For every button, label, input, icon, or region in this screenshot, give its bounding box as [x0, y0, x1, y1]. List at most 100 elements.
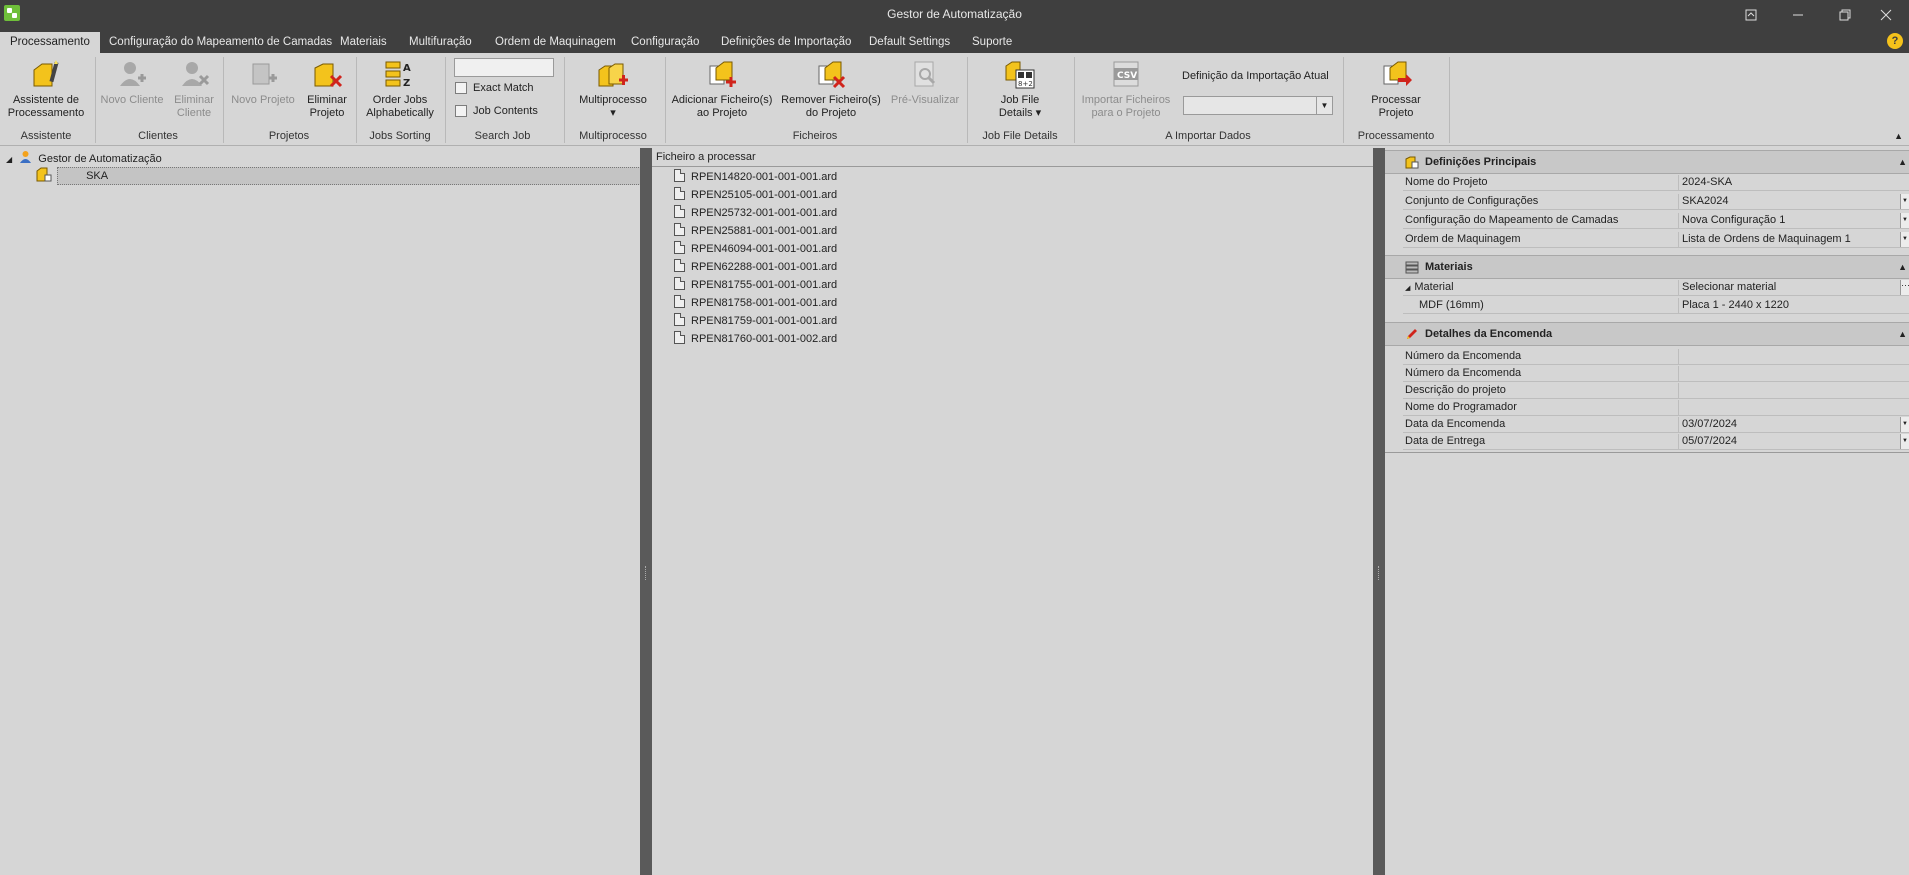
chevron-down-icon[interactable]: ▼ — [1900, 194, 1909, 209]
tab-materiais[interactable]: Materiais — [330, 32, 397, 53]
prop-nome-projeto[interactable]: Nome do Projeto 2024-SKA — [1403, 175, 1909, 191]
expand-caret-icon[interactable]: ◢ — [1405, 285, 1410, 292]
ellipsis-icon[interactable]: ··· — [1900, 280, 1909, 295]
chevron-down-icon[interactable]: ▼ — [1900, 417, 1909, 432]
eliminar-projeto-button[interactable]: Eliminar Projeto — [302, 58, 352, 120]
prop-name: Data da Encomenda — [1403, 417, 1679, 432]
expand-caret-icon[interactable]: ◢ — [6, 155, 12, 164]
job-contents-box[interactable] — [455, 105, 467, 117]
prop-value[interactable] — [1682, 349, 1909, 364]
adicionar-ficheiros-label-1: Adicionar Ficheiro(s) — [671, 94, 773, 106]
list-item[interactable]: RPEN25881-001-001-001.ard — [674, 222, 837, 240]
collapse-caret-icon[interactable]: ▲ — [1898, 151, 1907, 174]
right-splitter[interactable] — [1373, 148, 1385, 875]
minimize-icon[interactable] — [1775, 0, 1821, 29]
chevron-down-icon[interactable]: ▼ — [1316, 97, 1332, 114]
category-title: Definições Principais — [1425, 156, 1537, 168]
prop-value[interactable]: Lista de Ordens de Maquinagem 1 — [1682, 232, 1909, 247]
left-splitter[interactable] — [640, 148, 652, 875]
tree-node-ska[interactable]: SKA — [36, 167, 642, 185]
prop-numero-encomenda[interactable]: Número da Encomenda — [1403, 349, 1909, 365]
prop-data-entrega[interactable]: Data de Entrega 05/07/2024 ▼ — [1403, 434, 1909, 450]
order-jobs-label-2: Alphabetically — [366, 107, 434, 119]
prop-configuracao-mapeamento[interactable]: Configuração do Mapeamento de Camadas Nov… — [1403, 213, 1909, 229]
list-item[interactable]: RPEN62288-001-001-001.ard — [674, 258, 837, 276]
list-item[interactable]: RPEN81759-001-001-001.ard — [674, 312, 837, 330]
collapse-caret-icon[interactable]: ▲ — [1898, 256, 1907, 279]
tab-ordem-maquinagem[interactable]: Ordem de Maquinagem — [485, 32, 626, 53]
category-detalhes-encomenda[interactable]: Detalhes da Encomenda ▲ — [1385, 322, 1909, 346]
tab-mapeamento-camadas[interactable]: Configuração do Mapeamento de Camadas — [99, 32, 342, 53]
list-item[interactable]: RPEN25105-001-001-001.ard — [674, 186, 837, 204]
importar-ficheiros-button[interactable]: CSV Importar Ficheiros para o Projeto — [1078, 58, 1174, 120]
chevron-down-icon[interactable]: ▼ — [1900, 434, 1909, 449]
prop-value[interactable]: 2024-SKA — [1682, 175, 1909, 190]
file-name: RPEN25105-001-001-001.ard — [691, 189, 838, 201]
prop-value[interactable]: SKA2024 — [1682, 194, 1909, 209]
file-name: RPEN46094-001-001-001.ard — [691, 243, 838, 255]
prop-data-encomenda[interactable]: Data da Encomenda 03/07/2024 ▼ — [1403, 417, 1909, 433]
list-item[interactable]: RPEN81758-001-001-001.ard — [674, 294, 837, 312]
prop-conjunto-configuracoes[interactable]: Conjunto de Configurações SKA2024 ▼ — [1403, 194, 1909, 210]
exact-match-box[interactable] — [455, 82, 467, 94]
close-icon[interactable] — [1863, 0, 1909, 29]
category-materiais[interactable]: Materiais ▲ — [1385, 255, 1909, 279]
group-clientes: Clientes — [138, 130, 178, 142]
collapse-caret-icon[interactable]: ▲ — [1898, 323, 1907, 346]
chevron-down-icon[interactable]: ▼ — [1900, 232, 1909, 247]
novo-projeto-button[interactable]: Novo Projeto — [228, 58, 298, 107]
tab-suporte[interactable]: Suporte — [962, 32, 1022, 53]
assistente-processamento-button[interactable]: Assistente de Processamento — [4, 58, 88, 120]
ribbon-tab-bar: Processamento Configuração do Mapeamento… — [0, 29, 1909, 53]
search-job-input[interactable] — [454, 58, 554, 77]
prop-value[interactable]: Nova Configuração 1 — [1682, 213, 1909, 228]
prop-value[interactable]: 05/07/2024 — [1682, 434, 1909, 449]
prop-value[interactable] — [1682, 383, 1909, 398]
ribbon-separator — [564, 57, 565, 143]
help-icon[interactable]: ? — [1887, 33, 1903, 49]
processar-projeto-button[interactable]: Processar Projeto — [1349, 58, 1443, 120]
list-item[interactable]: RPEN46094-001-001-001.ard — [674, 240, 837, 258]
prop-numero-encomenda-2[interactable]: Número da Encomenda — [1403, 366, 1909, 382]
prop-value[interactable]: Placa 1 - 2440 x 1220 — [1682, 298, 1909, 313]
pre-visualizar-button[interactable]: Pré-Visualizar — [888, 58, 962, 107]
list-item[interactable]: RPEN14820-001-001-001.ard — [674, 168, 837, 186]
prop-nome-programador[interactable]: Nome do Programador — [1403, 400, 1909, 416]
multiprocesso-button[interactable]: Multiprocesso ▾ — [570, 58, 656, 120]
prop-value[interactable] — [1682, 400, 1909, 415]
tree-node-root[interactable]: ◢ Gestor de Automatização — [6, 150, 162, 166]
tab-default-settings[interactable]: Default Settings — [859, 32, 960, 53]
file-icon — [674, 313, 685, 326]
restore-icon[interactable] — [1822, 0, 1868, 29]
category-definicoes-principais[interactable]: Definições Principais ▲ — [1385, 150, 1909, 174]
prop-value[interactable] — [1682, 366, 1909, 381]
tab-processamento[interactable]: Processamento — [0, 32, 100, 53]
tab-multifuracao[interactable]: Multifuração — [399, 32, 482, 53]
process-project-icon — [1380, 58, 1412, 90]
prop-ordem-maquinagem[interactable]: Ordem de Maquinagem Lista de Ordens de Ma… — [1403, 232, 1909, 248]
collapse-ribbon-icon[interactable]: ▲ — [1894, 131, 1903, 141]
list-item[interactable]: RPEN81760-001-001-002.ard — [674, 330, 837, 348]
novo-cliente-button[interactable]: Novo Cliente — [99, 58, 165, 107]
list-item[interactable]: RPEN25732-001-001-001.ard — [674, 204, 837, 222]
job-file-details-button[interactable]: 8+2 Job File Details ▾ — [972, 58, 1068, 120]
adicionar-ficheiros-button[interactable]: Adicionar Ficheiro(s) ao Projeto — [670, 58, 774, 120]
remover-ficheiros-label-2: do Projeto — [805, 107, 857, 119]
list-item[interactable]: RPEN81755-001-001-001.ard — [674, 276, 837, 294]
file-icon — [674, 223, 685, 236]
prop-value[interactable]: 03/07/2024 — [1682, 417, 1909, 432]
prop-material-sub[interactable]: MDF (16mm) Placa 1 - 2440 x 1220 — [1403, 298, 1909, 314]
prop-descricao-projeto[interactable]: Descrição do projeto — [1403, 383, 1909, 399]
prop-material[interactable]: ◢ Material Selecionar material ··· — [1403, 280, 1909, 296]
chevron-down-icon[interactable]: ▼ — [1900, 213, 1909, 228]
eliminar-cliente-button[interactable]: Eliminar Cliente — [170, 58, 218, 120]
ribbon-separator — [356, 57, 357, 143]
order-jobs-button[interactable]: AZ Order Jobs Alphabetically — [360, 58, 440, 120]
tab-configuracao[interactable]: Configuração — [621, 32, 709, 53]
definicao-importacao-select[interactable]: ▼ — [1183, 96, 1333, 115]
remover-ficheiros-button[interactable]: Remover Ficheiro(s) do Projeto — [778, 58, 884, 120]
tab-definicoes-importacao[interactable]: Definições de Importação — [711, 32, 861, 53]
prop-value[interactable]: Selecionar material — [1682, 280, 1909, 295]
restore-ribbon-icon[interactable] — [1728, 0, 1774, 29]
tree-ska-label[interactable]: SKA — [57, 167, 642, 185]
